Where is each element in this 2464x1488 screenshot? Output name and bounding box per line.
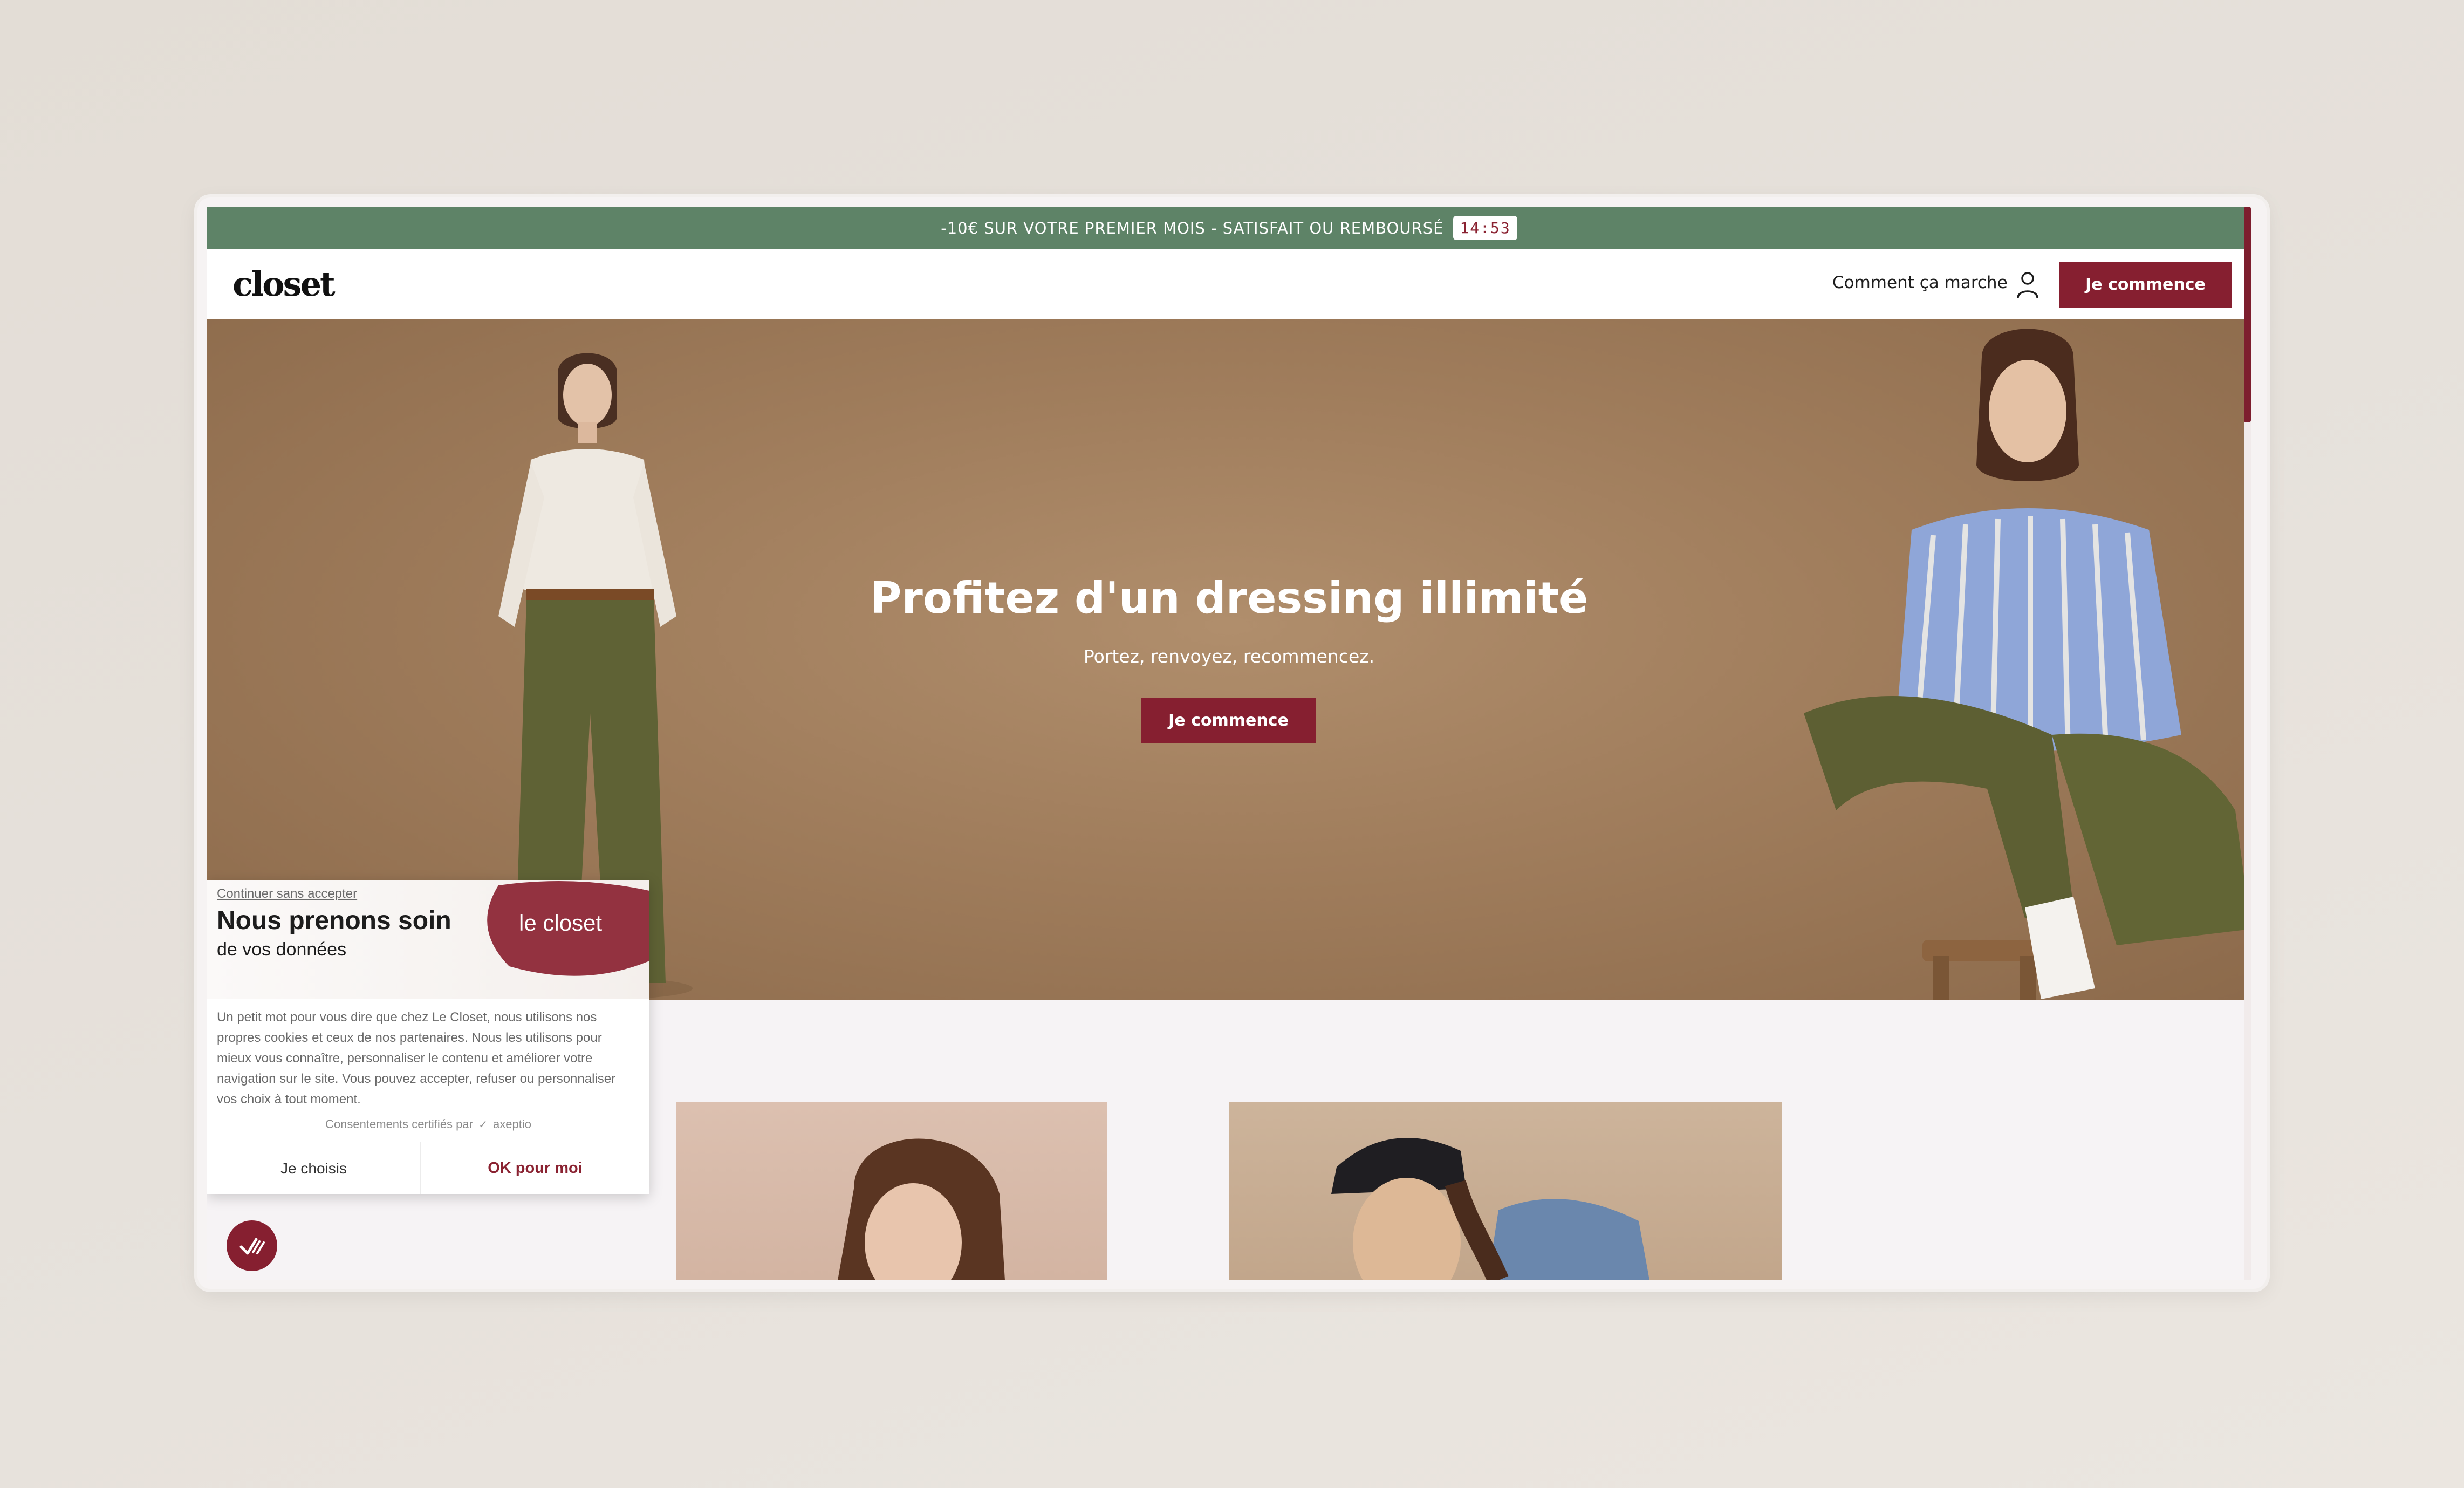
cookie-consent-modal: Continuer sans accepter Nous prenons soi… bbox=[207, 880, 649, 1194]
hero-start-button[interactable]: Je commence bbox=[1141, 698, 1316, 743]
cookie-choose-button[interactable]: Je choisis bbox=[207, 1142, 421, 1194]
certified-label: Consentements certifiés par bbox=[325, 1117, 473, 1131]
cookie-body-text: Un petit mot pour vous dire que chez Le … bbox=[217, 1010, 616, 1107]
cookie-brand-logo: le closet bbox=[519, 910, 603, 936]
cookie-accept-button[interactable]: OK pour moi bbox=[421, 1142, 649, 1194]
nav-link-how-it-works[interactable]: Comment ça marche bbox=[1832, 273, 2008, 292]
cookie-title: Nous prenons soin bbox=[217, 906, 451, 935]
cookie-header: Continuer sans accepter Nous prenons soi… bbox=[207, 880, 649, 999]
axeptio-mark-icon: ✓ bbox=[478, 1119, 488, 1131]
promo-banner: -10€ SUR VOTRE PREMIER MOIS - SATISFAIT … bbox=[207, 207, 2251, 249]
cookie-certification: Consentements certifiés par ✓ axeptio bbox=[207, 1117, 649, 1131]
continue-without-accepting-link[interactable]: Continuer sans accepter bbox=[217, 886, 357, 902]
brand-blob-shape bbox=[487, 881, 649, 976]
page-viewport: -10€ SUR VOTRE PREMIER MOIS - SATISFAIT … bbox=[207, 207, 2251, 1280]
axeptio-check-icon[interactable] bbox=[227, 1220, 277, 1271]
certified-brand: axeptio bbox=[492, 1117, 531, 1131]
scrollbar-thumb[interactable] bbox=[2244, 207, 2251, 422]
product-photo-woman[interactable] bbox=[676, 1102, 1107, 1280]
promo-countdown: 14:53 bbox=[1453, 216, 1517, 240]
user-icon[interactable] bbox=[2016, 271, 2039, 299]
hero-title: Profitez d'un dressing illimité bbox=[870, 573, 1589, 623]
site-logo[interactable]: closet bbox=[232, 264, 336, 304]
cookie-subtitle: de vos données bbox=[217, 939, 347, 960]
site-header: closet Comment ça marche Je commence bbox=[207, 249, 2251, 319]
browser-frame: -10€ SUR VOTRE PREMIER MOIS - SATISFAIT … bbox=[197, 197, 2267, 1289]
product-photo-cap[interactable] bbox=[1229, 1102, 1782, 1280]
cookie-actions: Je choisis OK pour moi bbox=[207, 1142, 649, 1194]
hero-subtitle: Portez, renvoyez, recommencez. bbox=[1083, 646, 1375, 667]
promo-text: -10€ SUR VOTRE PREMIER MOIS - SATISFAIT … bbox=[941, 219, 1444, 237]
header-start-button[interactable]: Je commence bbox=[2059, 262, 2232, 308]
